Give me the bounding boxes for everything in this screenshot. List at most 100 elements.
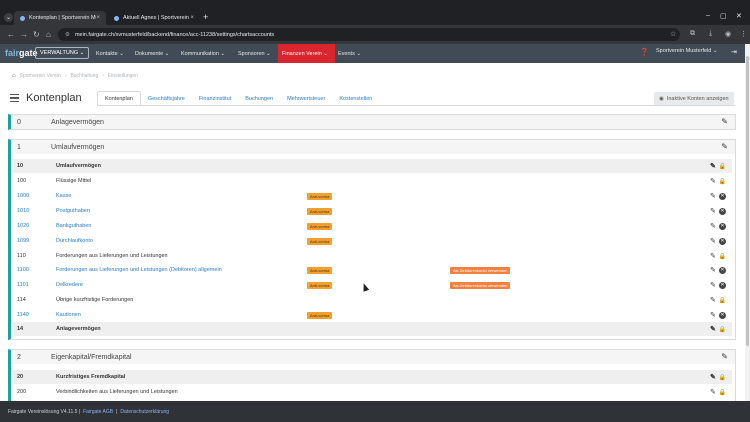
tab-search-icon[interactable]: ⌄ [4, 13, 13, 22]
browser-tab-active[interactable]: Kontenplan | Sportverein Musterfe × [14, 11, 106, 25]
home-icon[interactable]: ⌂ [46, 30, 51, 39]
table-row[interactable]: 1099 Durchlaufkonto Anti-vorma ✎ ✕ [12, 234, 732, 248]
mode-dropdown[interactable]: VERWALTUNG ⌄ [35, 47, 90, 59]
account-code: 10 [17, 163, 24, 169]
scrollbar-thumb[interactable] [746, 56, 749, 346]
breadcrumb-item[interactable]: Einstellungen [108, 73, 138, 79]
delete-icon[interactable]: ✕ [719, 222, 726, 230]
tab-finanzinstitut[interactable]: Finanzinstitut [192, 91, 238, 106]
table-row[interactable]: 1020 Bankguthaben Anti-vorma ✎ ✕ [12, 219, 732, 233]
account-name[interactable]: Bankguthaben [56, 223, 91, 229]
url-bar[interactable]: ⚙ mein.fairgate.ch/svmusterfeld/backend/… [58, 28, 680, 41]
edit-icon[interactable]: ✎ [710, 281, 716, 289]
edit-icon[interactable]: ✎ [710, 388, 716, 396]
close-tab-icon[interactable]: × [190, 15, 194, 21]
edit-icon[interactable]: ✎ [710, 311, 716, 319]
edit-icon[interactable]: ✎ [710, 296, 716, 304]
help-icon[interactable]: ❓ [640, 48, 649, 56]
table-row[interactable]: 1140 Kautionen Anti-vorma ✎ ✕ [12, 308, 732, 322]
tab-buchungen[interactable]: Buchungen [238, 91, 280, 106]
menu-finanzen-verein[interactable]: Finanzen Verein ⌄ [278, 44, 335, 63]
delete-icon[interactable]: ✕ [719, 192, 726, 200]
table-row[interactable]: 1101 Delkredere Anti-vorma Als Debitorenkon… [12, 278, 732, 292]
maximize-icon[interactable]: ▢ [720, 12, 727, 20]
delete-icon[interactable]: ✕ [719, 266, 726, 274]
tab-geschaeftsjahre[interactable]: Geschäftsjahre [141, 91, 192, 106]
account-code[interactable]: 1020 [17, 223, 29, 229]
menu-kommunikation[interactable]: Kommunikation ⌄ [177, 44, 229, 63]
edit-icon[interactable]: ✎ [710, 177, 716, 185]
tab-kostenstellen[interactable]: Kostenstellen [332, 91, 379, 106]
edit-icon[interactable]: ✎ [710, 222, 716, 230]
account-name[interactable]: Postguthaben [56, 208, 90, 214]
table-row[interactable]: 110 Forderungen aus Lieferungen und Leist… [12, 249, 732, 263]
edit-icon[interactable]: ✎ [710, 162, 716, 170]
edit-icon[interactable]: ✎ [710, 192, 716, 200]
page-scrollbar[interactable] [745, 44, 750, 401]
close-window-icon[interactable]: ✕ [736, 12, 742, 20]
edit-icon[interactable]: ✎ [721, 142, 728, 151]
edit-icon[interactable]: ✎ [710, 207, 716, 215]
account-name[interactable]: Forderungen aus Lieferungen und Leistung… [56, 267, 222, 273]
account-code[interactable]: 1099 [17, 238, 29, 244]
edit-icon[interactable]: ✎ [710, 252, 716, 260]
fairgate-logo[interactable]: fairgate [5, 48, 38, 58]
menu-kontakte[interactable]: Kontakte ⌄ [92, 44, 128, 63]
account-code[interactable]: 1010 [17, 208, 29, 214]
extensions-icon[interactable]: ⧉ [690, 30, 695, 38]
forward-icon[interactable]: → [20, 30, 28, 39]
table-row[interactable]: 1010 Postguthaben Anti-vorma ✎ ✕ [12, 204, 732, 218]
new-tab-icon[interactable]: + [203, 12, 208, 22]
table-row[interactable]: 1100 Forderungen aus Lieferungen und Leis… [12, 263, 732, 277]
tab-kontenplan[interactable]: Kontenplan [97, 91, 141, 106]
edit-icon[interactable]: ✎ [710, 266, 716, 274]
table-row[interactable]: 1000 Kasse Anti-vorma ✎ ✕ [12, 189, 732, 203]
account-code[interactable]: 1100 [17, 267, 29, 273]
edit-icon[interactable]: ✎ [710, 237, 716, 245]
browser-tab[interactable]: Aktuell Agnes | Sportverein Muster × [108, 11, 200, 25]
home-icon[interactable]: ⌂ [12, 73, 16, 79]
breadcrumb-item[interactable]: Sportverein Verein [20, 73, 61, 79]
delete-icon[interactable]: ✕ [719, 207, 726, 215]
profile-icon[interactable]: ◉ [725, 30, 731, 38]
account-name[interactable]: Delkredere [56, 282, 83, 288]
privacy-link[interactable]: Datenschutzerklärung [120, 409, 169, 415]
browser-menu-icon[interactable]: ⋮ [740, 30, 747, 38]
agb-link[interactable]: Fairgate AGB [83, 409, 113, 415]
tab-mehrwertsteuer[interactable]: Mehrwertsteuer [280, 91, 332, 106]
bookmark-star-icon[interactable]: ☆ [670, 30, 676, 38]
account-group-row[interactable]: 10 Umlaufvermögen ✎ 🔒 [12, 159, 732, 173]
delete-icon[interactable]: ✕ [719, 311, 726, 319]
show-inactive-accounts-button[interactable]: ◉ Inaktive Konten anzeigen [654, 92, 734, 105]
breadcrumb-item[interactable]: Buchhaltung [70, 73, 98, 79]
sidebar-toggle-icon[interactable] [10, 94, 19, 103]
menu-dokumente[interactable]: Dokumente ⌄ [131, 44, 173, 63]
account-code[interactable]: 1000 [17, 193, 29, 199]
table-row[interactable]: 200 Verbindlichkeiten aus Lieferungen und… [12, 385, 732, 399]
account-name[interactable]: Kasse [56, 193, 71, 199]
edit-icon[interactable]: ✎ [721, 352, 728, 361]
delete-icon[interactable]: ✕ [719, 281, 726, 289]
account-group-row[interactable]: 20 Kurzfristiges Fremdkapital ✎ 🔒 [12, 370, 732, 384]
org-switcher[interactable]: Sportverein Musterfeld ⌄ [656, 48, 717, 54]
edit-icon[interactable]: ✎ [721, 117, 728, 126]
delete-icon[interactable]: ✕ [719, 237, 726, 245]
account-code[interactable]: 1140 [17, 312, 29, 318]
account-name[interactable]: Durchlaufkonto [56, 238, 93, 244]
minimize-icon[interactable]: – [706, 12, 710, 19]
account-group-row[interactable]: 14 Anlagevermögen ✎ 🔒 [12, 322, 732, 336]
table-row[interactable]: 114 Übrige kurzfristige Forderungen ✎ 🔒 [12, 293, 732, 307]
edit-icon[interactable]: ✎ [710, 373, 716, 381]
menu-events[interactable]: Events ⌄ [334, 44, 365, 63]
account-name[interactable]: Kautionen [56, 312, 81, 318]
reload-icon[interactable]: ↻ [33, 30, 40, 39]
account-code[interactable]: 1101 [17, 282, 29, 288]
close-tab-icon[interactable]: × [96, 15, 100, 21]
edit-icon[interactable]: ✎ [710, 325, 716, 333]
menu-sponsoren[interactable]: Sponsoren ⌄ [234, 44, 275, 63]
site-info-icon[interactable]: ⚙ [65, 32, 70, 38]
table-row[interactable]: 100 Flüssige Mittel ✎ 🔒 [12, 174, 732, 188]
back-icon[interactable]: ← [7, 30, 15, 39]
logout-icon[interactable]: ⇥ [731, 48, 737, 56]
download-icon[interactable]: ⤓ [709, 30, 712, 38]
